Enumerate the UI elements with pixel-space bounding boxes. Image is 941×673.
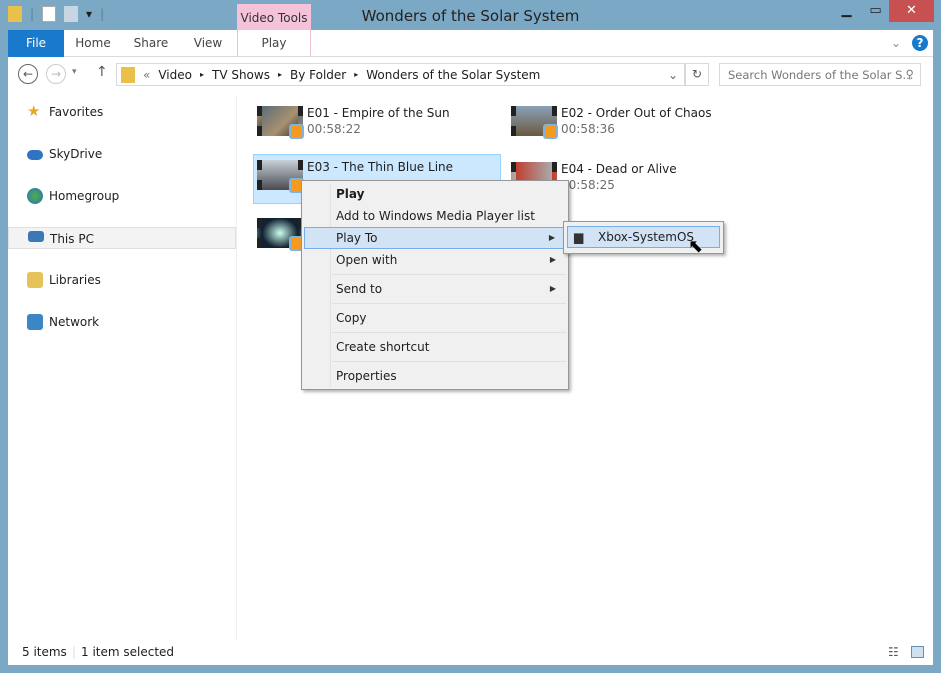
menu-separator [332, 303, 566, 304]
menu-item-open-with[interactable]: Open with ▶ [304, 249, 566, 271]
nav-label: Network [49, 315, 100, 329]
separator: | [72, 645, 77, 659]
maximize-button[interactable]: ▭ [862, 0, 889, 22]
mouse-cursor-icon: ⬉ [688, 236, 704, 257]
nav-this-pc[interactable]: This PC [8, 227, 236, 249]
media-device-icon: ▆ [574, 230, 584, 244]
back-button[interactable]: ← [18, 64, 38, 84]
file-name: E02 - Order Out of Chaos [561, 106, 712, 120]
up-button[interactable]: ↑ [96, 64, 108, 80]
title-bar: | ▾ | Wonders of the Solar System Video … [0, 0, 941, 30]
cloud-icon [27, 150, 43, 160]
nav-network[interactable]: Network [8, 311, 236, 333]
navigation-pane: ★ Favorites SkyDrive Homegroup This PC Li… [8, 95, 237, 640]
file-duration: 00:58:22 [307, 122, 361, 136]
close-button[interactable]: ✕ [889, 0, 934, 22]
nav-homegroup[interactable]: Homegroup [8, 185, 236, 207]
expand-ribbon-icon[interactable]: ⌄ [888, 30, 904, 57]
breadcrumb-current[interactable]: Wonders of the Solar System [366, 68, 540, 82]
nav-label: Libraries [49, 273, 101, 287]
forward-button[interactable]: → [46, 64, 66, 84]
nav-libraries[interactable]: Libraries [8, 269, 236, 291]
homegroup-icon [27, 188, 43, 204]
item-count: 5 items [22, 645, 67, 659]
status-bar: 5 items | 1 item selected ☷ [8, 640, 933, 665]
menu-item-properties[interactable]: Properties [304, 365, 566, 387]
explorer-window: File Home Share View Play ⌄ ? ← → ▾ ↑ « … [8, 30, 933, 665]
breadcrumb-tv-shows[interactable]: TV Shows [212, 68, 270, 82]
submenu-arrow-icon: ▶ [549, 284, 556, 293]
nav-skydrive[interactable]: SkyDrive [8, 143, 236, 165]
tab-view[interactable]: View [183, 30, 233, 57]
file-name: E03 - The Thin Blue Line [307, 160, 454, 174]
details-view-icon[interactable]: ☷ [888, 640, 899, 665]
file-name: E04 - Dead or Alive [561, 162, 677, 176]
refresh-button[interactable]: ↻ [685, 63, 709, 86]
selection-count: 1 item selected [81, 645, 175, 659]
nav-label: Favorites [49, 105, 104, 119]
video-tools-context-label: Video Tools [237, 4, 311, 30]
menu-item-create-shortcut[interactable]: Create shortcut [304, 336, 566, 358]
minimize-button[interactable]: ▁ [833, 0, 860, 22]
nav-label: Homegroup [49, 189, 120, 203]
tab-share[interactable]: Share [126, 30, 176, 57]
nav-favorites[interactable]: ★ Favorites [8, 101, 236, 123]
breadcrumb-by-folder[interactable]: By Folder [290, 68, 346, 82]
menu-separator [332, 361, 566, 362]
menu-item-play[interactable]: Play [304, 183, 566, 205]
file-name: E01 - Empire of the Sun [307, 106, 450, 120]
menu-label: Send to [336, 282, 383, 296]
network-icon [27, 314, 43, 330]
search-icon: ⚲ [905, 67, 914, 81]
context-menu: Play Add to Windows Media Player list Pl… [301, 180, 569, 390]
folder-icon [121, 66, 135, 83]
menu-item-add-to-wmp-list[interactable]: Add to Windows Media Player list [304, 205, 566, 227]
large-icons-view-icon[interactable] [911, 646, 924, 658]
file-item[interactable]: E02 - Order Out of Chaos 00:58:36 [507, 100, 755, 150]
file-item[interactable]: E01 - Empire of the Sun 00:58:22 [253, 100, 501, 150]
submenu-arrow-icon: ▶ [548, 233, 555, 242]
tab-play[interactable]: Play [237, 30, 311, 57]
recent-locations-icon[interactable]: ▾ [72, 67, 77, 77]
menu-label: Open with [336, 253, 398, 267]
nav-label: SkyDrive [49, 147, 103, 161]
libraries-icon [27, 272, 43, 288]
menu-label: Xbox-SystemOS [598, 230, 695, 244]
submenu-arrow-icon: ▶ [549, 255, 556, 264]
help-icon[interactable]: ? [912, 35, 928, 51]
breadcrumb-overflow[interactable]: « [143, 68, 150, 82]
breadcrumb-video[interactable]: Video [158, 68, 192, 82]
file-duration: 00:58:36 [561, 122, 615, 136]
menu-separator [332, 274, 566, 275]
ribbon-tabs: File Home Share View Play ⌄ ? [8, 30, 933, 57]
menu-item-send-to[interactable]: Send to ▶ [304, 278, 566, 300]
search-input[interactable]: Search Wonders of the Solar S... ⚲ [719, 63, 921, 86]
file-duration: 00:58:25 [561, 178, 615, 192]
address-bar[interactable]: « Video ▸ TV Shows ▸ By Folder ▸ Wonders of… [116, 63, 685, 86]
play-badge-icon [289, 124, 304, 139]
window-title: Wonders of the Solar System [361, 7, 580, 25]
search-placeholder: Search Wonders of the Solar S... [728, 68, 914, 82]
menu-separator [332, 332, 566, 333]
play-badge-icon [543, 124, 558, 139]
menu-item-copy[interactable]: Copy [304, 307, 566, 329]
computer-icon [28, 231, 44, 242]
tab-home[interactable]: Home [68, 30, 118, 57]
menu-item-play-to[interactable]: Play To ▶ [304, 227, 566, 249]
address-dropdown-icon[interactable]: ⌄ [668, 68, 678, 82]
menu-label: Play To [336, 231, 378, 245]
tab-file[interactable]: File [8, 30, 64, 57]
nav-label: This PC [50, 232, 94, 246]
star-icon: ★ [27, 102, 41, 120]
